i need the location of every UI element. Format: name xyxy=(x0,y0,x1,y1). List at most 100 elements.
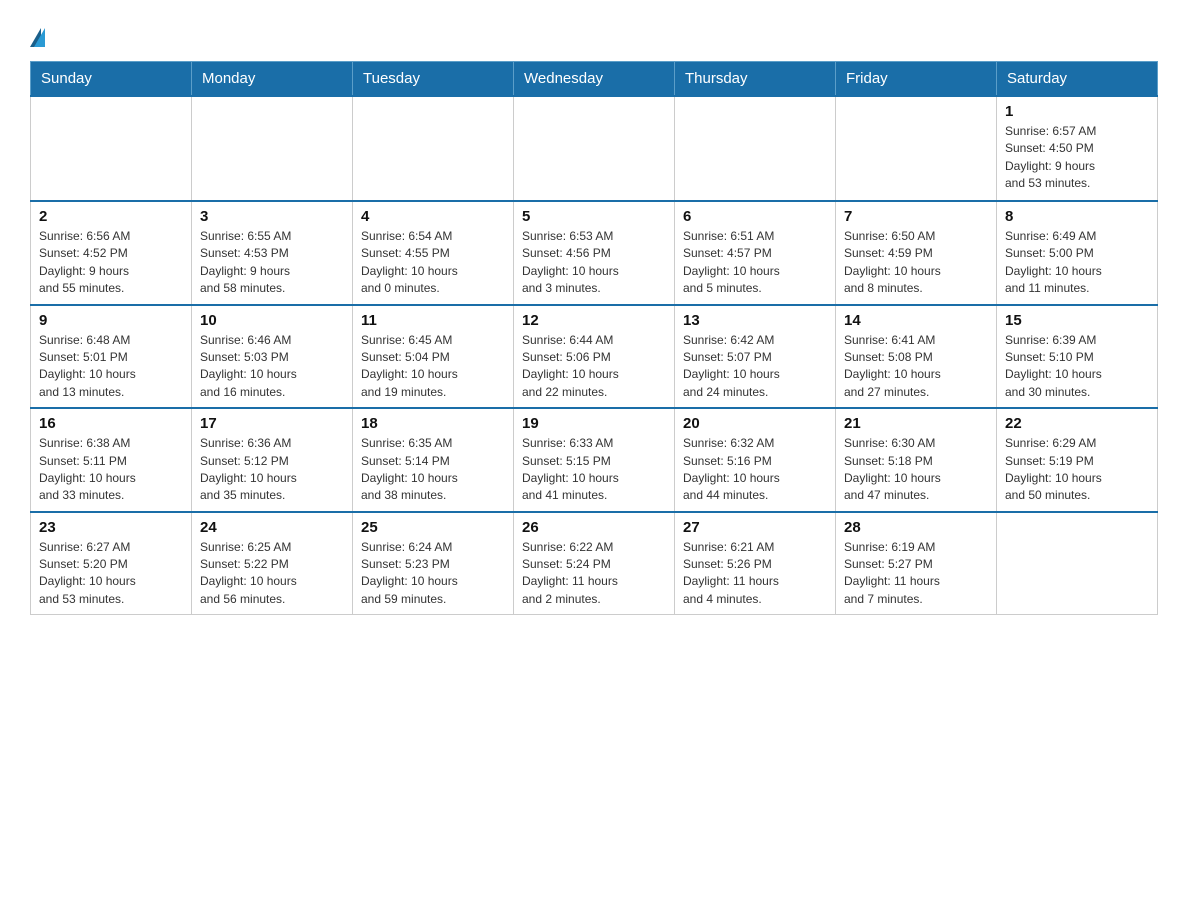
day-number: 9 xyxy=(39,312,183,329)
weekday-header-saturday: Saturday xyxy=(997,62,1158,97)
day-number: 18 xyxy=(361,415,505,432)
day-info: Sunrise: 6:57 AM Sunset: 4:50 PM Dayligh… xyxy=(1005,123,1149,193)
day-info: Sunrise: 6:32 AM Sunset: 5:16 PM Dayligh… xyxy=(683,435,827,505)
calendar-cell: 17 Sunrise: 6:36 AM Sunset: 5:12 PM Dayli… xyxy=(192,408,353,512)
calendar-cell: 4 Sunrise: 6:54 AM Sunset: 4:55 PM Daylig… xyxy=(353,201,514,305)
day-info: Sunrise: 6:53 AM Sunset: 4:56 PM Dayligh… xyxy=(522,228,666,298)
day-number: 21 xyxy=(844,415,988,432)
calendar-cell xyxy=(353,96,514,201)
day-info: Sunrise: 6:41 AM Sunset: 5:08 PM Dayligh… xyxy=(844,332,988,402)
calendar-week-1: 1 Sunrise: 6:57 AM Sunset: 4:50 PM Daylig… xyxy=(31,96,1158,201)
calendar-cell: 20 Sunrise: 6:32 AM Sunset: 5:16 PM Dayli… xyxy=(675,408,836,512)
day-info: Sunrise: 6:30 AM Sunset: 5:18 PM Dayligh… xyxy=(844,435,988,505)
day-info: Sunrise: 6:35 AM Sunset: 5:14 PM Dayligh… xyxy=(361,435,505,505)
day-info: Sunrise: 6:56 AM Sunset: 4:52 PM Dayligh… xyxy=(39,228,183,298)
calendar-week-4: 16 Sunrise: 6:38 AM Sunset: 5:11 PM Dayli… xyxy=(31,408,1158,512)
day-info: Sunrise: 6:24 AM Sunset: 5:23 PM Dayligh… xyxy=(361,539,505,609)
day-number: 15 xyxy=(1005,312,1149,329)
calendar-cell xyxy=(514,96,675,201)
day-number: 4 xyxy=(361,208,505,225)
day-number: 1 xyxy=(1005,103,1149,120)
calendar-cell: 15 Sunrise: 6:39 AM Sunset: 5:10 PM Dayli… xyxy=(997,305,1158,409)
page-header xyxy=(30,20,1158,45)
weekday-header-friday: Friday xyxy=(836,62,997,97)
calendar-cell xyxy=(997,512,1158,615)
day-number: 22 xyxy=(1005,415,1149,432)
day-info: Sunrise: 6:46 AM Sunset: 5:03 PM Dayligh… xyxy=(200,332,344,402)
calendar-cell: 26 Sunrise: 6:22 AM Sunset: 5:24 PM Dayli… xyxy=(514,512,675,615)
calendar-cell: 13Sunrise: 6:42 AM Sunset: 5:07 PM Dayli… xyxy=(675,305,836,409)
day-number: 24 xyxy=(200,519,344,536)
day-info: Sunrise: 6:33 AM Sunset: 5:15 PM Dayligh… xyxy=(522,435,666,505)
calendar-cell xyxy=(31,96,192,201)
calendar-cell: 7Sunrise: 6:50 AM Sunset: 4:59 PM Daylig… xyxy=(836,201,997,305)
weekday-header-sunday: Sunday xyxy=(31,62,192,97)
day-number: 7 xyxy=(844,208,988,225)
calendar-cell: 22Sunrise: 6:29 AM Sunset: 5:19 PM Dayli… xyxy=(997,408,1158,512)
day-info: Sunrise: 6:21 AM Sunset: 5:26 PM Dayligh… xyxy=(683,539,827,609)
calendar-cell: 23 Sunrise: 6:27 AM Sunset: 5:20 PM Dayli… xyxy=(31,512,192,615)
day-number: 3 xyxy=(200,208,344,225)
calendar-cell: 8 Sunrise: 6:49 AM Sunset: 5:00 PM Daylig… xyxy=(997,201,1158,305)
day-info: Sunrise: 6:48 AM Sunset: 5:01 PM Dayligh… xyxy=(39,332,183,402)
calendar-cell: 6 Sunrise: 6:51 AM Sunset: 4:57 PM Daylig… xyxy=(675,201,836,305)
day-number: 6 xyxy=(683,208,827,225)
day-number: 16 xyxy=(39,415,183,432)
calendar-week-3: 9 Sunrise: 6:48 AM Sunset: 5:01 PM Daylig… xyxy=(31,305,1158,409)
calendar-cell: 18 Sunrise: 6:35 AM Sunset: 5:14 PM Dayli… xyxy=(353,408,514,512)
calendar-cell: 14 Sunrise: 6:41 AM Sunset: 5:08 PM Dayli… xyxy=(836,305,997,409)
calendar-cell: 1 Sunrise: 6:57 AM Sunset: 4:50 PM Daylig… xyxy=(997,96,1158,201)
weekday-header-tuesday: Tuesday xyxy=(353,62,514,97)
day-info: Sunrise: 6:27 AM Sunset: 5:20 PM Dayligh… xyxy=(39,539,183,609)
day-number: 28 xyxy=(844,519,988,536)
day-number: 2 xyxy=(39,208,183,225)
day-number: 23 xyxy=(39,519,183,536)
day-info: Sunrise: 6:54 AM Sunset: 4:55 PM Dayligh… xyxy=(361,228,505,298)
calendar-table: SundayMondayTuesdayWednesdayThursdayFrid… xyxy=(30,61,1158,615)
day-info: Sunrise: 6:22 AM Sunset: 5:24 PM Dayligh… xyxy=(522,539,666,609)
day-info: Sunrise: 6:51 AM Sunset: 4:57 PM Dayligh… xyxy=(683,228,827,298)
day-info: Sunrise: 6:49 AM Sunset: 5:00 PM Dayligh… xyxy=(1005,228,1149,298)
calendar-cell: 10 Sunrise: 6:46 AM Sunset: 5:03 PM Dayli… xyxy=(192,305,353,409)
day-number: 11 xyxy=(361,312,505,329)
calendar-week-5: 23 Sunrise: 6:27 AM Sunset: 5:20 PM Dayli… xyxy=(31,512,1158,615)
day-info: Sunrise: 6:45 AM Sunset: 5:04 PM Dayligh… xyxy=(361,332,505,402)
day-number: 10 xyxy=(200,312,344,329)
calendar-cell xyxy=(836,96,997,201)
day-number: 14 xyxy=(844,312,988,329)
calendar-cell: 25 Sunrise: 6:24 AM Sunset: 5:23 PM Dayli… xyxy=(353,512,514,615)
day-number: 20 xyxy=(683,415,827,432)
calendar-cell: 27Sunrise: 6:21 AM Sunset: 5:26 PM Dayli… xyxy=(675,512,836,615)
calendar-cell: 19 Sunrise: 6:33 AM Sunset: 5:15 PM Dayli… xyxy=(514,408,675,512)
day-info: Sunrise: 6:38 AM Sunset: 5:11 PM Dayligh… xyxy=(39,435,183,505)
day-number: 25 xyxy=(361,519,505,536)
day-info: Sunrise: 6:19 AM Sunset: 5:27 PM Dayligh… xyxy=(844,539,988,609)
logo xyxy=(30,20,45,45)
calendar-cell: 2 Sunrise: 6:56 AM Sunset: 4:52 PM Daylig… xyxy=(31,201,192,305)
weekday-header-monday: Monday xyxy=(192,62,353,97)
triangle-blue-icon xyxy=(34,28,45,47)
day-number: 12 xyxy=(522,312,666,329)
day-number: 26 xyxy=(522,519,666,536)
day-info: Sunrise: 6:44 AM Sunset: 5:06 PM Dayligh… xyxy=(522,332,666,402)
calendar-cell: 28 Sunrise: 6:19 AM Sunset: 5:27 PM Dayli… xyxy=(836,512,997,615)
weekday-header-wednesday: Wednesday xyxy=(514,62,675,97)
day-info: Sunrise: 6:42 AM Sunset: 5:07 PM Dayligh… xyxy=(683,332,827,402)
calendar-cell: 11 Sunrise: 6:45 AM Sunset: 5:04 PM Dayli… xyxy=(353,305,514,409)
calendar-cell xyxy=(675,96,836,201)
day-info: Sunrise: 6:39 AM Sunset: 5:10 PM Dayligh… xyxy=(1005,332,1149,402)
day-number: 5 xyxy=(522,208,666,225)
day-info: Sunrise: 6:36 AM Sunset: 5:12 PM Dayligh… xyxy=(200,435,344,505)
calendar-cell: 5 Sunrise: 6:53 AM Sunset: 4:56 PM Daylig… xyxy=(514,201,675,305)
day-number: 8 xyxy=(1005,208,1149,225)
weekday-header-thursday: Thursday xyxy=(675,62,836,97)
day-info: Sunrise: 6:55 AM Sunset: 4:53 PM Dayligh… xyxy=(200,228,344,298)
day-info: Sunrise: 6:25 AM Sunset: 5:22 PM Dayligh… xyxy=(200,539,344,609)
calendar-cell: 21 Sunrise: 6:30 AM Sunset: 5:18 PM Dayli… xyxy=(836,408,997,512)
day-number: 19 xyxy=(522,415,666,432)
logo-icon xyxy=(30,28,45,47)
calendar-cell: 12 Sunrise: 6:44 AM Sunset: 5:06 PM Dayli… xyxy=(514,305,675,409)
calendar-cell: 16 Sunrise: 6:38 AM Sunset: 5:11 PM Dayli… xyxy=(31,408,192,512)
calendar-cell xyxy=(192,96,353,201)
day-number: 17 xyxy=(200,415,344,432)
